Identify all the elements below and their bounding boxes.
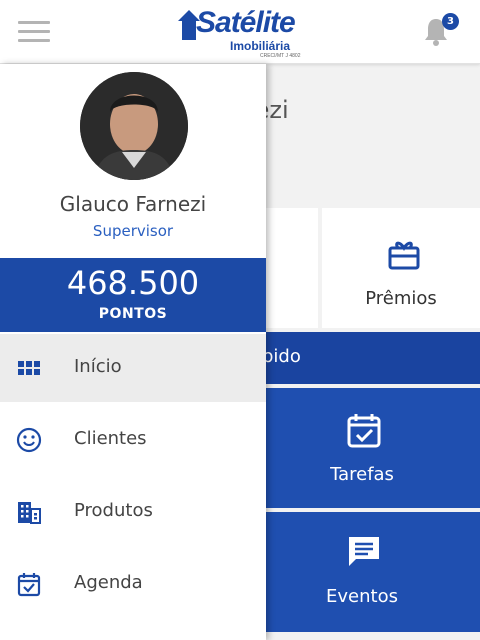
points-value: 468.500 [66, 264, 200, 302]
gift-icon [388, 241, 420, 270]
calendar-check-icon [17, 573, 41, 597]
logo-title: Satélite [196, 6, 296, 39]
smiley-icon [16, 427, 42, 453]
menu-item-clientes[interactable]: Clientes [0, 406, 266, 474]
tile-eventos-label: Eventos [326, 586, 398, 607]
user-name: Glauco Farnezi [59, 192, 207, 216]
app-logo: Satélite Imobiliária CRECI/MT J 4802 [178, 6, 302, 59]
menu-item-label: Clientes [74, 428, 147, 449]
grid-icon [18, 361, 40, 375]
menu-item-agenda[interactable]: Agenda [0, 550, 266, 618]
menu-item-inicio[interactable]: Início [0, 334, 266, 402]
menu-item-label: Agenda [74, 572, 143, 593]
menu-icon[interactable] [18, 21, 50, 43]
menu-item-produtos[interactable]: Produtos [0, 478, 266, 546]
tile-tarefas[interactable] [230, 388, 480, 508]
menu-item-label: Início [74, 356, 122, 377]
menu-item-label: Produtos [74, 500, 153, 521]
points-label: PONTOS [98, 306, 168, 322]
points-panel: 468.500 PONTOS [0, 258, 266, 332]
navigation-drawer: Glauco Farnezi Supervisor 468.500 PONTOS… [0, 64, 266, 640]
app-bar: Satélite Imobiliária CRECI/MT J 4802 3 [0, 0, 480, 64]
status-bar-label: bido [262, 346, 301, 367]
notification-badge: 3 [442, 13, 459, 30]
building-icon [18, 502, 41, 524]
logo-creci: CRECI/MT J 4802 [260, 53, 301, 59]
tile-eventos[interactable] [230, 512, 480, 632]
tile-tarefas-label: Tarefas [330, 464, 394, 485]
calendar-check-icon [347, 414, 381, 448]
user-role: Supervisor [92, 222, 174, 240]
chat-icon [349, 537, 379, 566]
logo-subtitle: Imobiliária [230, 39, 291, 53]
avatar [80, 72, 188, 180]
tile-premios-label: Prêmios [365, 288, 437, 309]
